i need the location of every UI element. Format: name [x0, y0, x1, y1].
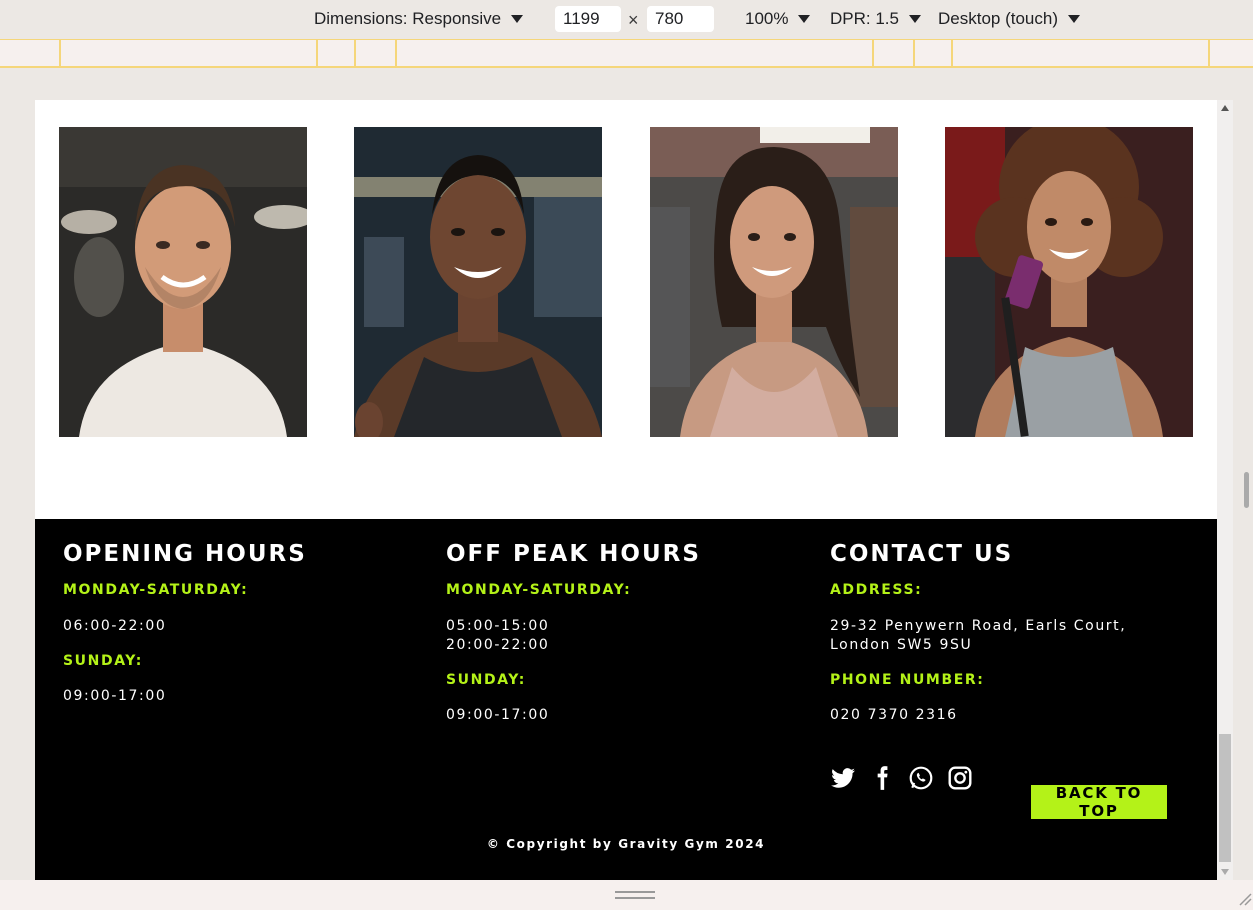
scroll-up-arrow-icon[interactable]	[1221, 105, 1229, 111]
dimensions-label: Dimensions: Responsive	[314, 9, 502, 28]
width-input[interactable]	[555, 6, 621, 32]
off-peak-weekday-label: MONDAY-SATURDAY:	[446, 582, 632, 598]
ruler-tick	[59, 40, 61, 66]
instagram-icon[interactable]	[947, 765, 973, 791]
ruler-tick	[316, 40, 318, 66]
whatsapp-icon[interactable]	[908, 765, 934, 791]
scroll-down-arrow-icon[interactable]	[1221, 869, 1229, 875]
opening-weekday-hours: 06:00-22:00	[63, 618, 167, 634]
device-mode-dropdown[interactable]: Desktop (touch)	[938, 9, 1080, 29]
times-symbol: ×	[628, 10, 639, 30]
chevron-down-icon	[511, 15, 524, 23]
zoom-dropdown[interactable]: 100%	[745, 9, 811, 29]
ruler-tick	[913, 40, 915, 66]
trainer-photo-image	[59, 127, 307, 437]
phone-label: PHONE NUMBER:	[830, 672, 985, 688]
ruler-tick	[395, 40, 397, 66]
dpr-label: DPR: 1.5	[830, 9, 899, 28]
off-peak-sunday-hours: 09:00-17:00	[446, 707, 550, 723]
back-to-top-button[interactable]: BACK TO TOP	[1031, 784, 1167, 820]
scrollbar-thumb[interactable]	[1219, 734, 1231, 862]
trainer-photo	[59, 127, 307, 437]
ruler-tick	[1208, 40, 1210, 66]
dpr-dropdown[interactable]: DPR: 1.5	[830, 9, 921, 29]
twitter-icon[interactable]	[830, 765, 856, 791]
trainer-photo-image	[650, 127, 898, 437]
zoom-label: 100%	[745, 9, 789, 28]
trainer-photo	[650, 127, 898, 437]
address-label: ADDRESS:	[830, 582, 923, 598]
social-links	[830, 765, 973, 791]
resize-corner-grip-icon[interactable]	[1238, 892, 1252, 906]
team-photo-grid	[59, 127, 1193, 437]
chevron-down-icon	[1068, 15, 1080, 23]
address-line-2: London SW5 9SU	[830, 637, 973, 653]
contact-us-title: CONTACT US	[830, 541, 1014, 567]
phone-number: 020 7370 2316	[830, 707, 958, 723]
copyright-text: © Copyright by Gravity Gym 2024	[486, 837, 766, 851]
facebook-icon[interactable]	[869, 765, 895, 791]
off-peak-weekday-hours-1: 05:00-15:00	[446, 618, 550, 634]
opening-sunday-hours: 09:00-17:00	[63, 688, 167, 704]
emulated-viewport: OPENING HOURS MONDAY-SATURDAY: 06:00-22:…	[35, 100, 1217, 880]
chevron-down-icon	[798, 15, 811, 23]
viewport-resize-handle-right[interactable]	[1244, 472, 1249, 508]
trainer-photo-image	[945, 127, 1193, 437]
devtools-device-toolbar: Dimensions: Responsive × 100% DPR: 1.5 D…	[0, 0, 1253, 40]
chevron-down-icon	[908, 15, 921, 23]
off-peak-sunday-label: SUNDAY:	[446, 672, 527, 688]
address-line-1: 29-32 Penywern Road, Earls Court,	[830, 618, 1127, 634]
device-mode-label: Desktop (touch)	[938, 9, 1058, 28]
ruler-tick	[951, 40, 953, 66]
trainer-photo-image	[354, 127, 602, 437]
trainer-photo	[354, 127, 602, 437]
dimensions-dropdown[interactable]: Dimensions: Responsive	[314, 9, 524, 29]
site-footer: OPENING HOURS MONDAY-SATURDAY: 06:00-22:…	[35, 519, 1217, 880]
ruler-tick	[872, 40, 874, 66]
off-peak-title: OFF PEAK HOURS	[446, 541, 701, 567]
opening-weekday-label: MONDAY-SATURDAY:	[63, 582, 249, 598]
media-query-ruler[interactable]	[0, 39, 1253, 68]
viewport-resize-handle-bottom[interactable]	[615, 891, 655, 899]
off-peak-weekday-hours-2: 20:00-22:00	[446, 637, 550, 653]
height-input[interactable]	[647, 6, 714, 32]
ruler-tick	[354, 40, 356, 66]
opening-sunday-label: SUNDAY:	[63, 653, 144, 669]
trainer-photo	[945, 127, 1193, 437]
opening-hours-title: OPENING HOURS	[63, 541, 307, 567]
